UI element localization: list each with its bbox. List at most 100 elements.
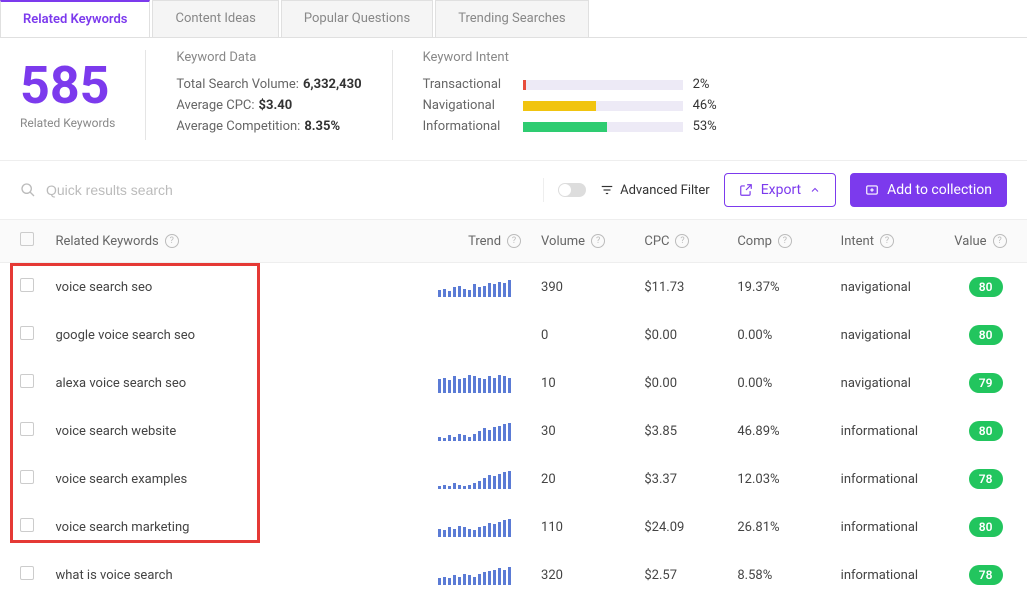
export-icon xyxy=(739,183,753,197)
value-badge: 80 xyxy=(969,421,1003,441)
cell-cpc: $2.57 xyxy=(634,551,727,599)
col-value-header[interactable]: Value xyxy=(954,234,986,249)
cell-intent: informational xyxy=(831,551,945,599)
value-badge: 80 xyxy=(969,325,1003,345)
intent-bar xyxy=(523,122,683,132)
help-icon[interactable]: ? xyxy=(778,234,792,248)
cell-comp: 26.81% xyxy=(727,503,830,551)
intent-pct: 53% xyxy=(693,119,723,134)
cell-cpc: $0.00 xyxy=(634,311,727,359)
table-row[interactable]: alexa voice search seo10$0.000.00%naviga… xyxy=(0,359,1027,407)
cell-comp: 0.00% xyxy=(727,311,830,359)
export-button[interactable]: Export xyxy=(724,173,836,207)
tab-popular-questions[interactable]: Popular Questions xyxy=(281,0,433,37)
trend-sparkline xyxy=(438,469,521,489)
row-checkbox[interactable] xyxy=(20,518,34,532)
tab-trending-searches[interactable]: Trending Searches xyxy=(435,0,588,37)
keyword-data-title: Keyword Data xyxy=(176,50,361,65)
advanced-filter-button[interactable]: Advanced Filter xyxy=(600,183,710,198)
intent-label: Navigational xyxy=(423,98,513,113)
trend-sparkline xyxy=(438,517,521,537)
keyword-intent-title: Keyword Intent xyxy=(423,50,723,65)
cell-keyword: google voice search seo xyxy=(45,311,427,359)
add-collection-label: Add to collection xyxy=(887,182,992,198)
table-row[interactable]: voice search website30$3.8546.89%informa… xyxy=(0,407,1027,455)
row-checkbox[interactable] xyxy=(20,422,34,436)
avg-cpc-label: Average CPC: xyxy=(176,98,254,113)
cell-cpc: $24.09 xyxy=(634,503,727,551)
help-icon[interactable]: ? xyxy=(993,234,1007,248)
table-row[interactable]: what is voice search320$2.578.58%informa… xyxy=(0,551,1027,599)
cell-volume: 110 xyxy=(531,503,634,551)
cell-intent: navigational xyxy=(831,311,945,359)
row-checkbox[interactable] xyxy=(20,566,34,580)
cell-volume: 390 xyxy=(531,263,634,312)
cell-intent: informational xyxy=(831,503,945,551)
intent-label: Informational xyxy=(423,119,513,134)
col-intent-header[interactable]: Intent xyxy=(841,234,874,249)
tab-related-keywords[interactable]: Related Keywords xyxy=(0,0,150,37)
cell-keyword: what is voice search xyxy=(45,551,427,599)
related-keywords-count: 585 xyxy=(20,60,115,112)
cell-comp: 0.00% xyxy=(727,359,830,407)
cell-keyword: voice search website xyxy=(45,407,427,455)
cell-volume: 30 xyxy=(531,407,634,455)
value-badge: 80 xyxy=(969,277,1003,297)
value-badge: 78 xyxy=(969,565,1003,585)
table-row[interactable]: voice search examples20$3.3712.03%inform… xyxy=(0,455,1027,503)
cell-volume: 20 xyxy=(531,455,634,503)
cell-cpc: $3.85 xyxy=(634,407,727,455)
cell-volume: 320 xyxy=(531,551,634,599)
intent-pct: 2% xyxy=(693,77,723,92)
search-icon xyxy=(20,182,36,198)
table-row[interactable]: voice search seo390$11.7319.37%navigatio… xyxy=(0,263,1027,312)
intent-label: Transactional xyxy=(423,77,513,92)
row-checkbox[interactable] xyxy=(20,278,34,292)
tab-content-ideas[interactable]: Content Ideas xyxy=(152,0,278,37)
add-collection-icon xyxy=(865,183,879,197)
cell-cpc: $0.00 xyxy=(634,359,727,407)
avg-comp-label: Average Competition: xyxy=(176,119,300,134)
col-keyword-header[interactable]: Related Keywords xyxy=(55,234,158,249)
row-checkbox[interactable] xyxy=(20,374,34,388)
table-row[interactable]: google voice search seo0$0.000.00%naviga… xyxy=(0,311,1027,359)
cell-cpc: $11.73 xyxy=(634,263,727,312)
help-icon[interactable]: ? xyxy=(507,234,521,248)
value-badge: 80 xyxy=(969,517,1003,537)
intent-pct: 46% xyxy=(693,98,723,113)
add-to-collection-button[interactable]: Add to collection xyxy=(850,173,1007,207)
cell-volume: 10 xyxy=(531,359,634,407)
help-icon[interactable]: ? xyxy=(675,234,689,248)
chevron-up-icon xyxy=(809,184,821,196)
total-volume-label: Total Search Volume: xyxy=(176,77,299,92)
cell-keyword: voice search marketing xyxy=(45,503,427,551)
col-cpc-header[interactable]: CPC xyxy=(644,234,669,249)
help-icon[interactable]: ? xyxy=(591,234,605,248)
cell-comp: 12.03% xyxy=(727,455,830,503)
total-volume-value: 6,332,430 xyxy=(303,77,362,92)
col-comp-header[interactable]: Comp xyxy=(737,234,772,249)
col-trend-header[interactable]: Trend xyxy=(468,234,501,249)
trend-sparkline xyxy=(438,277,521,297)
intent-bar xyxy=(523,80,683,90)
row-checkbox[interactable] xyxy=(20,326,34,340)
filter-toggle[interactable] xyxy=(558,183,586,197)
filter-icon xyxy=(600,183,614,197)
trend-sparkline xyxy=(438,421,521,441)
value-badge: 78 xyxy=(969,469,1003,489)
export-label: Export xyxy=(761,182,801,198)
intent-bar xyxy=(523,101,683,111)
table-row[interactable]: voice search marketing 110$24.0926.81%inf… xyxy=(0,503,1027,551)
col-volume-header[interactable]: Volume xyxy=(541,234,585,249)
avg-cpc-value: $3.40 xyxy=(259,98,293,113)
cell-keyword: alexa voice search seo xyxy=(45,359,427,407)
avg-comp-value: 8.35% xyxy=(304,119,340,134)
row-checkbox[interactable] xyxy=(20,470,34,484)
select-all-checkbox[interactable] xyxy=(20,232,34,246)
cell-cpc: $3.37 xyxy=(634,455,727,503)
help-icon[interactable]: ? xyxy=(165,234,179,248)
help-icon[interactable]: ? xyxy=(880,234,894,248)
related-keywords-count-label: Related Keywords xyxy=(20,116,115,130)
cell-intent: navigational xyxy=(831,263,945,312)
search-input[interactable] xyxy=(46,182,529,198)
